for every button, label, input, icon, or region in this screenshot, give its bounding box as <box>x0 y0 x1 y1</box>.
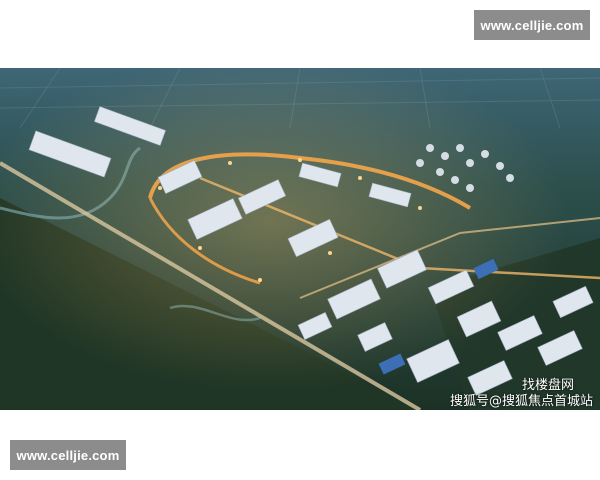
site-url-badge-bottom: www.celljie.com <box>10 440 126 470</box>
aerial-scene <box>0 68 600 410</box>
watermark-author: 搜狐号@搜狐焦点首城站 <box>450 394 594 409</box>
aerial-photo <box>0 68 600 410</box>
site-url-badge-top: www.celljie.com <box>474 10 590 40</box>
